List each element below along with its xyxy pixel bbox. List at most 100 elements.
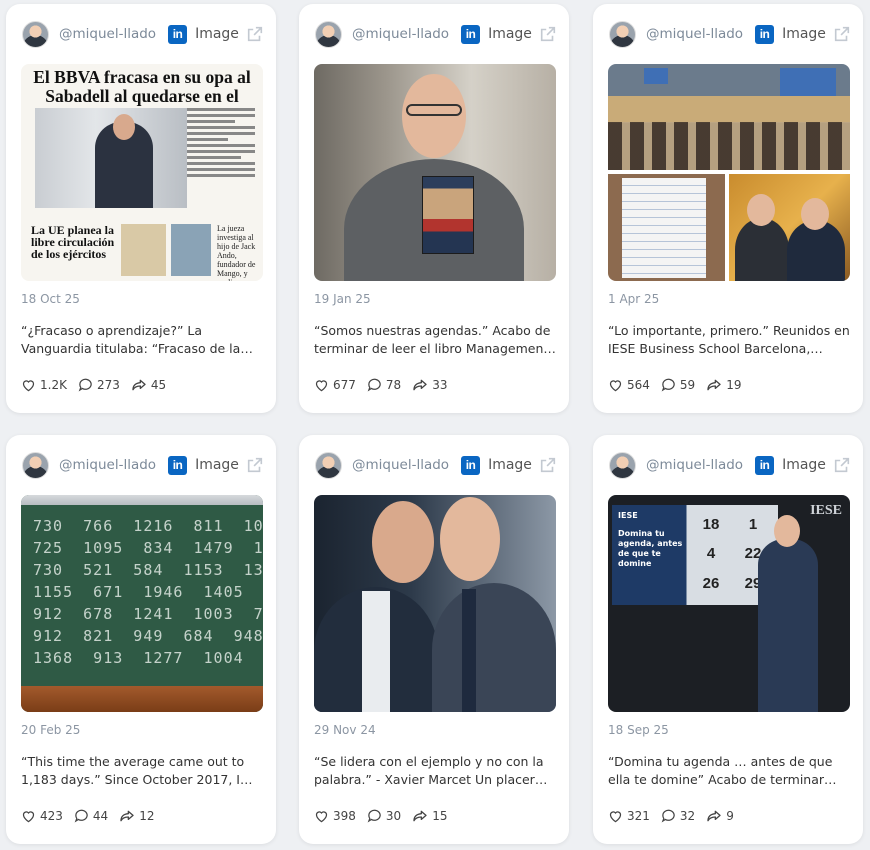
face: [774, 515, 800, 547]
chalk-numbers: 730 766 1216 811 1095 725 1095 834 1479 …: [33, 517, 263, 667]
comments-count: 59: [679, 378, 696, 392]
comments-stat: 44: [74, 809, 108, 823]
post-image[interactable]: IESE Domina tu agenda, antes de que te d…: [608, 495, 850, 712]
two-men-photo: [729, 174, 850, 281]
post-stats: 677 78 33: [314, 378, 458, 392]
face: [440, 497, 500, 581]
post-image[interactable]: 730 766 1216 811 1095 725 1095 834 1479 …: [21, 495, 263, 712]
post-date: 1 Apr 25: [608, 292, 660, 306]
external-link-icon[interactable]: [833, 25, 851, 43]
face: [747, 194, 775, 226]
author-handle[interactable]: @miquel-llado: [59, 457, 156, 473]
post-excerpt[interactable]: “Lo importante, primero.” Reunidos en IE…: [608, 322, 850, 358]
author-handle[interactable]: @miquel-llado: [646, 457, 743, 473]
post-card[interactable]: @miquel-llado in Image El BBVA fracasa e…: [6, 4, 276, 413]
shirt: [362, 591, 390, 712]
post-stats: 423 44 12: [21, 809, 165, 823]
post-image[interactable]: [314, 64, 556, 281]
calendar-number: 26: [702, 574, 720, 592]
post-image[interactable]: [608, 64, 850, 281]
face: [372, 501, 434, 583]
post-card[interactable]: @miquel-llado in Image 730 766 1216 811 …: [6, 435, 276, 844]
card-header: @miquel-llado in Image: [609, 451, 851, 479]
post-stats: 398 30 15: [314, 809, 458, 823]
likes-count: 423: [40, 809, 63, 823]
comments-stat: 78: [367, 378, 401, 392]
likes-stat: 677: [314, 378, 356, 392]
shares-stat: 15: [412, 809, 447, 823]
external-link-icon[interactable]: [833, 456, 851, 474]
linkedin-icon: in: [755, 24, 775, 44]
post-stats: 321 32 9: [608, 809, 745, 823]
post-image[interactable]: [314, 495, 556, 712]
card-header: @miquel-llado in Image: [609, 20, 851, 48]
external-link-icon[interactable]: [539, 25, 557, 43]
avatar[interactable]: [609, 451, 636, 479]
speaker: [758, 539, 818, 712]
shares-stat: 9: [706, 809, 734, 823]
author-handle[interactable]: @miquel-llado: [352, 457, 449, 473]
comments-count: 32: [679, 809, 696, 823]
linkedin-icon: in: [755, 455, 775, 475]
external-link-icon[interactable]: [539, 456, 557, 474]
shares-stat: 45: [131, 378, 166, 392]
likes-count: 564: [627, 378, 650, 392]
man-right: [432, 583, 556, 712]
post-card[interactable]: @miquel-llado in Image IESE Domina tu ag…: [593, 435, 863, 844]
auditorium-photo: [608, 64, 850, 170]
screen-left: [644, 68, 668, 84]
avatar[interactable]: [315, 20, 342, 48]
avatar[interactable]: [609, 20, 636, 48]
audience: [608, 122, 850, 170]
post-excerpt[interactable]: “Se lidera con el ejemplo y no con la pa…: [314, 753, 556, 789]
comments-stat: 30: [367, 809, 401, 823]
post-stats: 1.2K 273 45: [21, 378, 177, 392]
wall-logo: IESE: [810, 503, 842, 518]
comments-stat: 273: [78, 378, 120, 392]
share-icon: [707, 379, 721, 391]
post-excerpt[interactable]: “Somos nuestras agendas.” Acabo de termi…: [314, 322, 556, 358]
shares-stat: 19: [706, 378, 741, 392]
post-type-label: Image: [488, 26, 532, 42]
avatar[interactable]: [22, 20, 49, 48]
newspaper-subheadline: La UE planea la libre circulación de los…: [31, 223, 115, 261]
likes-count: 1.2K: [40, 378, 67, 392]
author-handle[interactable]: @miquel-llado: [59, 26, 156, 42]
comments-count: 273: [96, 378, 120, 392]
external-link-icon[interactable]: [246, 456, 264, 474]
newspaper-photo: [35, 108, 187, 208]
book: [422, 176, 474, 254]
share-icon: [413, 810, 427, 822]
notepad: [622, 178, 706, 278]
comments-count: 44: [92, 809, 109, 823]
newspaper-side-text: La jueza investiga al hijo de Jack Ando,…: [217, 224, 256, 281]
comment-icon: [367, 378, 381, 392]
heart-icon: [22, 811, 35, 823]
share-icon: [707, 810, 721, 822]
screen-right: [780, 68, 836, 96]
post-excerpt[interactable]: “This time the average came out to 1,183…: [21, 753, 263, 789]
likes-count: 677: [333, 378, 356, 392]
chalkboard-image: 730 766 1216 811 1095 725 1095 834 1479 …: [21, 495, 263, 712]
post-card[interactable]: @miquel-llado in Image 1 Apr 25 “Lo impo…: [593, 4, 863, 413]
external-link-icon[interactable]: [246, 25, 264, 43]
board-ledge: [21, 686, 263, 712]
face: [402, 74, 466, 158]
avatar[interactable]: [22, 451, 49, 479]
author-handle[interactable]: @miquel-llado: [352, 26, 449, 42]
post-image[interactable]: El BBVA fracasa en su opa al Sabadell al…: [21, 64, 263, 281]
post-excerpt[interactable]: “Domina tu agenda … antes de que ella te…: [608, 753, 850, 789]
post-card[interactable]: @miquel-llado in Image 19 Jan 25 “Somos …: [299, 4, 569, 413]
likes-stat: 564: [608, 378, 650, 392]
author-handle[interactable]: @miquel-llado: [646, 26, 743, 42]
post-excerpt[interactable]: “¿Fracaso o aprendizaje?” La Vanguardia …: [21, 322, 263, 358]
presentation-screen: IESE Domina tu agenda, antes de que te d…: [612, 505, 778, 605]
post-type-label: Image: [488, 457, 532, 473]
avatar[interactable]: [315, 451, 342, 479]
card-header: @miquel-llado in Image: [315, 20, 557, 48]
post-card[interactable]: @miquel-llado in Image 29 Nov 24 “Se lid…: [299, 435, 569, 844]
comment-icon: [661, 809, 675, 823]
share-icon: [413, 379, 427, 391]
newspaper-thumb: [171, 224, 211, 276]
post-type-label: Image: [782, 457, 826, 473]
